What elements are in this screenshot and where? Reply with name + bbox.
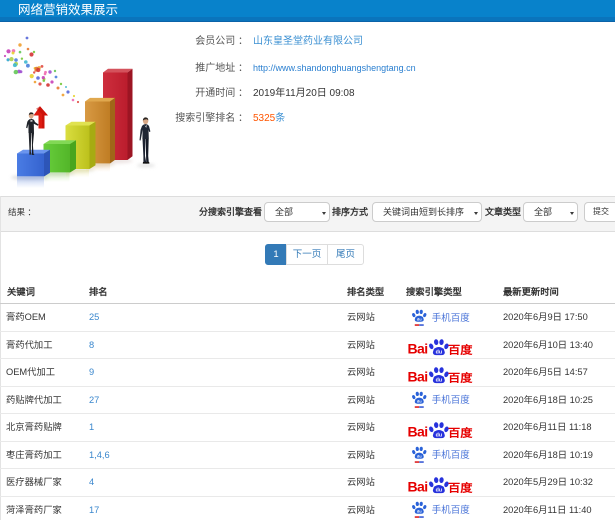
svg-text:百度: 百度 [448, 343, 474, 357]
svg-text:du: du [417, 399, 422, 404]
svg-text:百度: 百度 [448, 480, 474, 494]
svg-text:Bai: Bai [408, 478, 428, 494]
svg-text:du: du [436, 377, 443, 383]
svg-text:百度: 百度 [448, 425, 474, 439]
svg-text:百度: 百度 [448, 370, 474, 384]
svg-text:Bai: Bai [408, 423, 428, 439]
svg-text:du: du [417, 509, 422, 514]
svg-text:du: du [436, 487, 443, 493]
svg-text:du: du [436, 350, 443, 356]
svg-text:du: du [417, 454, 422, 459]
svg-text:du: du [436, 432, 443, 438]
svg-text:du: du [417, 317, 422, 322]
svg-text:Bai: Bai [408, 368, 428, 384]
svg-text:Bai: Bai [408, 341, 428, 357]
